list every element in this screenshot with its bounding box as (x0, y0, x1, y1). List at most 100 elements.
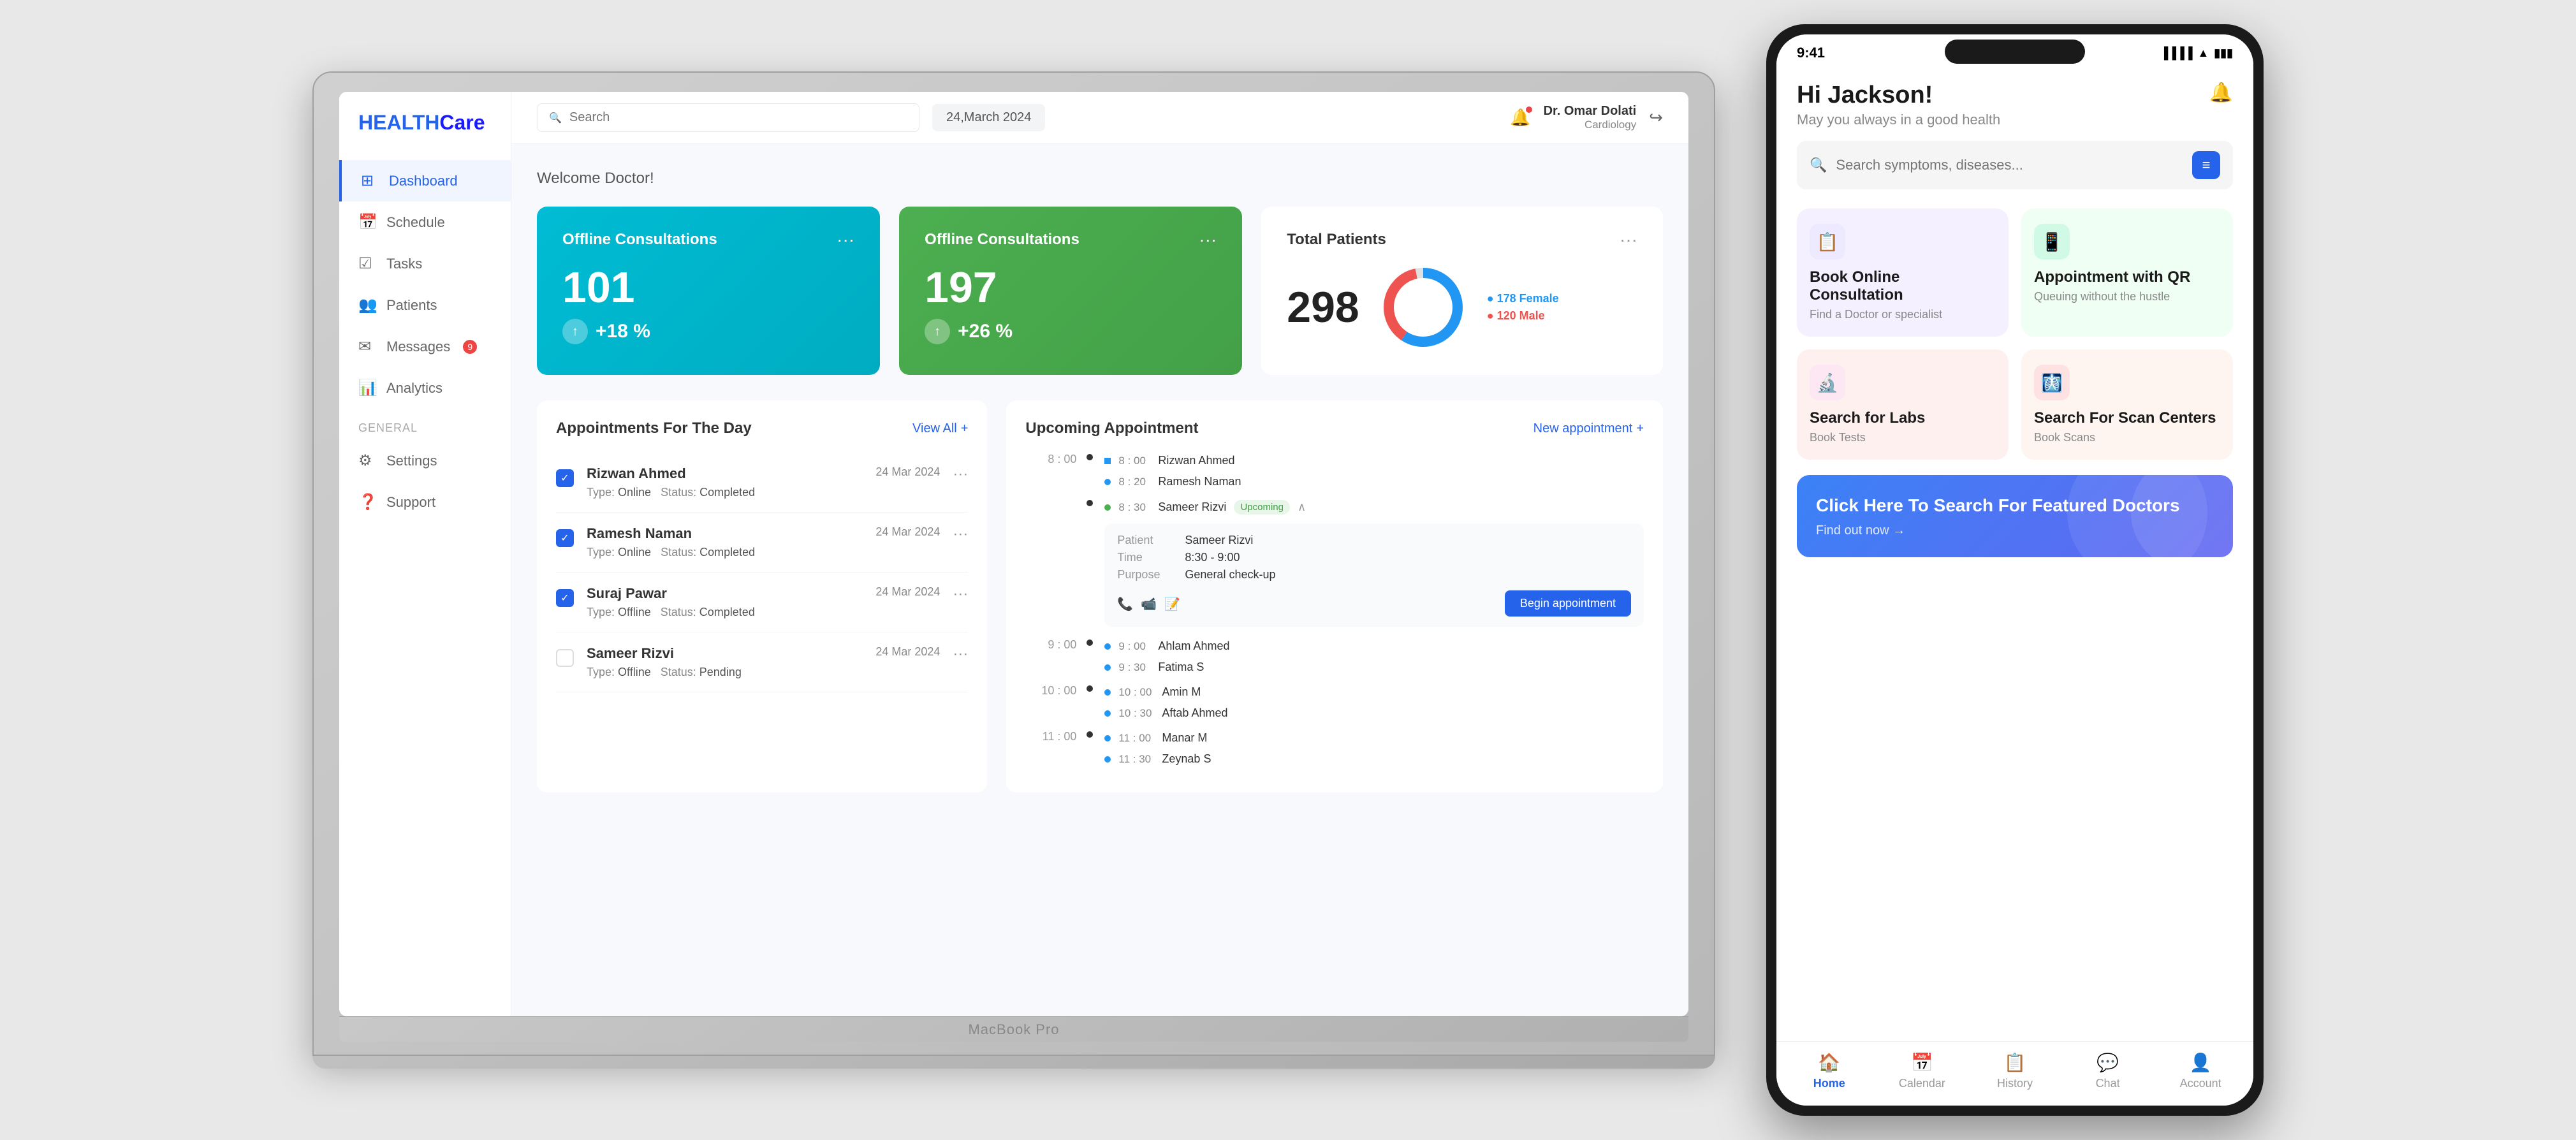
sidebar-item-settings[interactable]: ⚙ Settings (339, 440, 511, 481)
service-sub: Queuing without the hustle (2034, 290, 2220, 303)
time-label: 11 : 00 (1025, 727, 1076, 743)
service-card-scans[interactable]: 🩻 Search For Scan Centers Book Scans (2021, 349, 2233, 460)
stat-title-2: Offline Consultations (925, 231, 1079, 249)
calendar-icon: 📅 (1911, 1052, 1933, 1073)
appt-checkbox-4[interactable] (556, 649, 574, 667)
greeting-text: Hi Jackson! (1797, 82, 2000, 109)
appt-checkbox-1[interactable]: ✓ (556, 469, 574, 487)
appt-more-2[interactable]: ··· (953, 525, 968, 543)
laptop-device: HEALTHCare ⊞ Dashboard 📅 Schedule ☑ (312, 71, 1715, 1069)
service-card-book-online[interactable]: 📋 Book Online Consultation Find a Doctor… (1797, 208, 2009, 337)
tasks-icon: ☑ (358, 254, 376, 273)
appt-checkbox-2[interactable]: ✓ (556, 529, 574, 547)
list-item: 11 : 30 Zeynab S (1104, 749, 1644, 770)
stat-card-offline-2: Offline Consultations ··· 197 ↑ +26 % (899, 207, 1242, 375)
sidebar-item-support[interactable]: ❓ Support (339, 481, 511, 523)
stat-pct-2: +26 % (958, 321, 1013, 342)
appointment-detail-card: Patient Sameer Rizvi Time 8:30 - 9:00 (1104, 523, 1644, 627)
logout-icon[interactable]: ↪ (1649, 108, 1663, 128)
appt-date-3: 24 Mar 2024 (875, 585, 940, 599)
service-card-labs[interactable]: 🔬 Search for Labs Book Tests (1797, 349, 2009, 460)
featured-link[interactable]: Find out now → (1816, 523, 2214, 538)
stat-more-1[interactable]: ··· (837, 230, 854, 250)
sidebar-item-analytics[interactable]: 📊 Analytics (339, 367, 511, 409)
featured-doctors-banner[interactable]: Click Here To Search For Featured Doctor… (1797, 475, 2233, 557)
nav-item-calendar[interactable]: 📅 Calendar (1876, 1052, 1969, 1090)
appt-info-4: Sameer Rizvi Type: Offline Status: Pendi… (587, 645, 863, 679)
settings-icon: ⚙ (358, 451, 376, 470)
battery-icon: ▮▮▮ (2214, 47, 2233, 60)
appt-more-1[interactable]: ··· (953, 465, 968, 483)
sidebar-item-label: Messages (386, 339, 450, 355)
service-card-qr[interactable]: 📱 Appointment with QR Queuing without th… (2021, 208, 2233, 337)
nav-item-chat[interactable]: 💬 Chat (2061, 1052, 2155, 1090)
sidebar-item-dashboard[interactable]: ⊞ Dashboard (339, 160, 511, 201)
sidebar-item-label: Schedule (386, 214, 445, 231)
service-sub: Book Tests (1810, 431, 1996, 444)
main-content: 🔍 24,March 2024 🔔 Dr. Omar Dolati Cardio… (511, 92, 1688, 1016)
male-count: ● 120 Male (1487, 309, 1559, 323)
time-label: 8 : 00 (1025, 450, 1076, 466)
service-name: Search for Labs (1810, 409, 1996, 427)
chat-icon: 💬 (2097, 1052, 2119, 1073)
topbar: 🔍 24,March 2024 🔔 Dr. Omar Dolati Cardio… (511, 92, 1688, 144)
analytics-icon: 📊 (358, 379, 376, 397)
sidebar-item-messages[interactable]: ✉ Messages 9 (339, 326, 511, 367)
notes-icon[interactable]: 📝 (1164, 596, 1180, 612)
nav-item-history[interactable]: 📋 History (1968, 1052, 2061, 1090)
stat-number-1: 101 (562, 263, 854, 312)
time-label: 10 : 00 (1025, 682, 1076, 698)
view-all-button[interactable]: View All + (912, 421, 968, 436)
laptop-bottom: MacBook Pro (339, 1016, 1688, 1042)
event-name: Ahlam Ahmed (1158, 639, 1229, 653)
appt-more-3[interactable]: ··· (953, 585, 968, 603)
expand-icon[interactable]: ∧ (1298, 501, 1306, 514)
nav-item-home[interactable]: 🏠 Home (1783, 1052, 1876, 1090)
video-icon[interactable]: 📹 (1141, 596, 1157, 612)
greeting-sub: May you always in a good health (1797, 112, 2000, 128)
begin-appointment-button[interactable]: Begin appointment (1505, 590, 1631, 617)
new-appointment-button[interactable]: New appointment + (1533, 421, 1644, 436)
phone-notch (1945, 40, 2085, 64)
phone-bell-icon[interactable]: 🔔 (2209, 82, 2233, 104)
service-name: Search For Scan Centers (2034, 409, 2220, 427)
sidebar: HEALTHCare ⊞ Dashboard 📅 Schedule ☑ (339, 92, 511, 1016)
sidebar-item-label: Patients (386, 297, 437, 314)
sidebar-item-patients[interactable]: 👥 Patients (339, 284, 511, 326)
appt-info-1: Rizwan Ahmed Type: Online Status: Comple… (587, 465, 863, 499)
event-name: Sameer Rizvi (1158, 501, 1226, 514)
nav-label: Chat (2096, 1077, 2120, 1090)
general-section-label: GENERAL (339, 409, 511, 440)
sidebar-item-tasks[interactable]: ☑ Tasks (339, 243, 511, 284)
stat-change-2: ↑ +26 % (925, 319, 1217, 344)
total-patients-card: Total Patients ··· 298 (1261, 207, 1663, 375)
qr-icon: 📱 (2034, 224, 2070, 259)
phone-filter-button[interactable]: ≡ (2192, 151, 2220, 179)
appt-meta-2: Type: Online Status: Completed (587, 546, 863, 559)
patients-more[interactable]: ··· (1620, 230, 1637, 250)
app-logo: HEALTHCare (339, 111, 511, 160)
search-box[interactable]: 🔍 (537, 103, 919, 132)
nav-label: Home (1813, 1077, 1845, 1090)
action-icons: 📞 📹 📝 (1117, 596, 1180, 612)
stat-more-2[interactable]: ··· (1199, 230, 1217, 250)
service-sub: Book Scans (2034, 431, 2220, 444)
nav-item-account[interactable]: 👤 Account (2154, 1052, 2247, 1090)
phone-bottom-nav: 🏠 Home 📅 Calendar 📋 History 💬 Chat 👤 Acc… (1776, 1041, 2253, 1106)
phone-search-box[interactable]: 🔍 ≡ (1797, 141, 2233, 189)
table-row: ✓ Suraj Pawar Type: Offline Status: Comp… (556, 573, 968, 632)
schedule-icon: 📅 (358, 213, 376, 231)
time-label: 9 : 00 (1025, 636, 1076, 652)
appt-more-4[interactable]: ··· (953, 645, 968, 663)
phone-icon[interactable]: 📞 (1117, 596, 1133, 612)
phone-search-input[interactable] (1836, 157, 2183, 173)
sidebar-item-label: Dashboard (389, 173, 458, 189)
service-name: Appointment with QR (2034, 268, 2220, 286)
stats-row: Offline Consultations ··· 101 ↑ +18 % (537, 207, 1663, 375)
search-input[interactable] (569, 110, 907, 125)
detail-purpose: General check-up (1185, 568, 1275, 581)
appt-info-3: Suraj Pawar Type: Offline Status: Comple… (587, 585, 863, 619)
notification-bell[interactable]: 🔔 (1510, 108, 1530, 128)
sidebar-item-schedule[interactable]: 📅 Schedule (339, 201, 511, 243)
appt-checkbox-3[interactable]: ✓ (556, 589, 574, 607)
